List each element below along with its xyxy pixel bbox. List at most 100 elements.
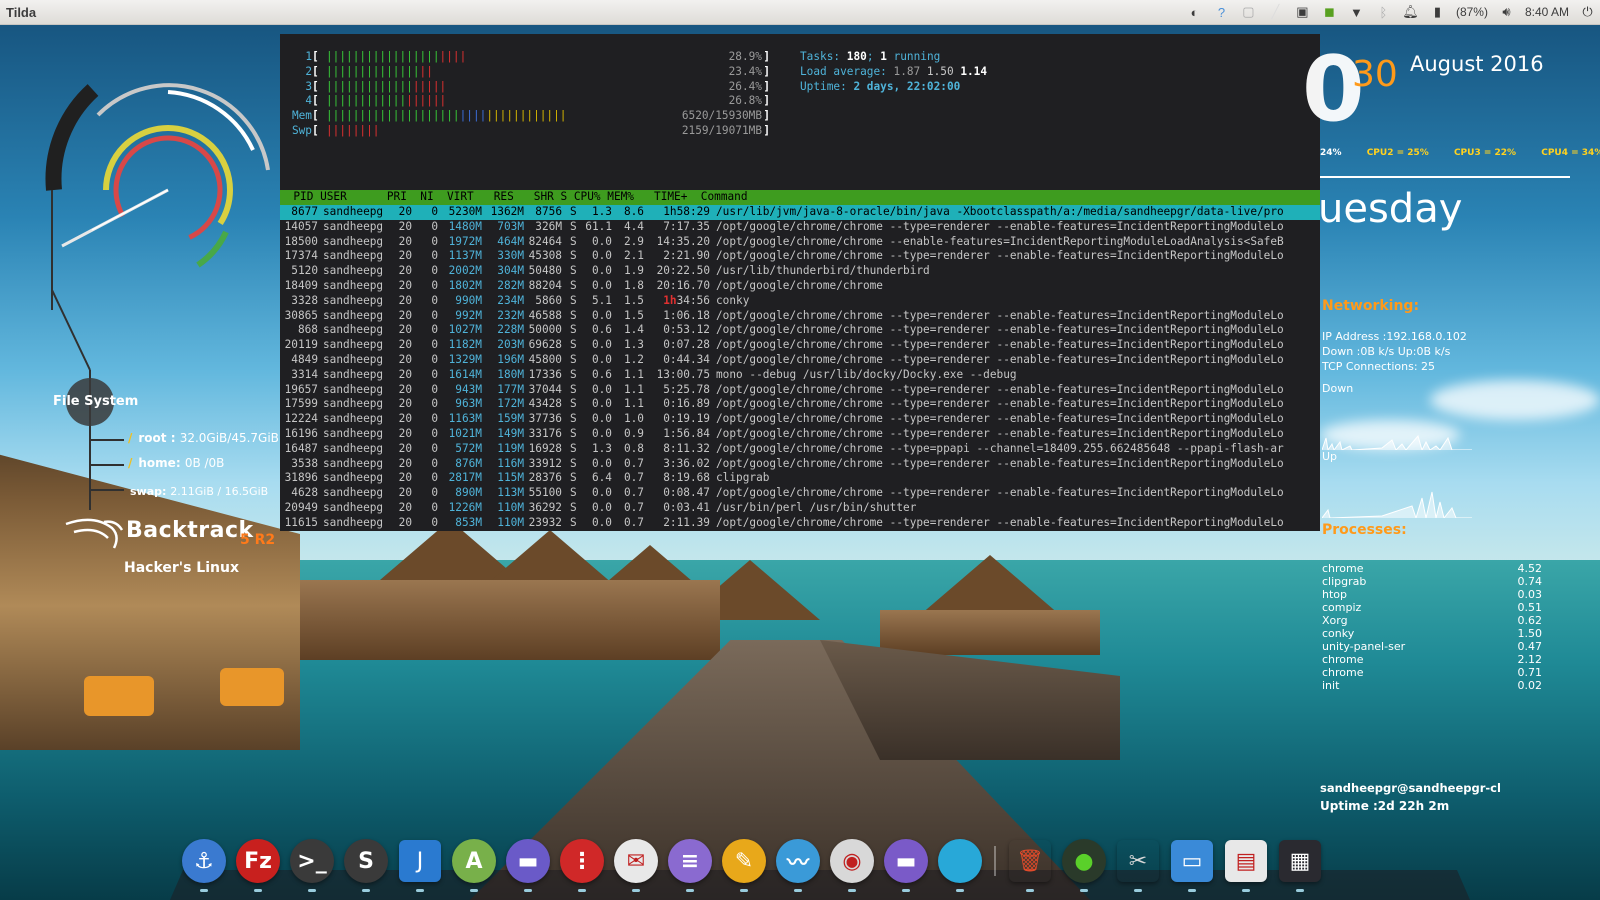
trash-launcher[interactable]: 🗑 [1006, 836, 1054, 892]
wifi-icon[interactable]: ▼ [1348, 5, 1365, 20]
process-ni: 0 [431, 264, 438, 278]
process-row[interactable]: 4628 sandheepg 20 0 890M 113M 55100 S 0.0 0.7 0:08… [280, 486, 1320, 501]
process-time: 1h34:56 [652, 294, 710, 309]
process-row[interactable]: 4849 sandheepg 20 0 1329M 196M 45800 S 0.0 1.2 0:4… [280, 353, 1320, 368]
process-shr: 45800 [528, 352, 562, 366]
process-cpu: 0.0 [591, 426, 612, 440]
process-row[interactable]: 5120 sandheepg 20 0 2002M 304M 50480 S 0.0 1.9 20:… [280, 264, 1320, 279]
process-pid: 16196 [284, 426, 318, 440]
process-user: sandheepg [323, 426, 384, 440]
power-icon[interactable]: ⏻ [1579, 4, 1596, 20]
process-row[interactable]: 11615 sandheepg 20 0 853M 110M 23932 S 0.0 0.7 2:1… [280, 516, 1320, 531]
volume-icon[interactable]: 🔊︎ [1498, 4, 1515, 20]
process-table-header[interactable]: PID USER PRI NI VIRT RES SHR S CPU% MEM%… [280, 190, 1320, 205]
htop-summary: Tasks: 180; 1 running Load average: 1.87… [800, 50, 987, 94]
process-shr: 23932 [528, 515, 562, 529]
mail-launcher[interactable]: ✉ [612, 836, 660, 892]
shell-launcher[interactable]: ⋮ [558, 836, 606, 892]
text-editor-launcher[interactable]: ≡ [666, 836, 714, 892]
terminal-launcher[interactable]: >_ [288, 836, 336, 892]
battery-percent[interactable]: (87%) [1456, 5, 1488, 19]
scissors-icon: ✂ [1117, 840, 1159, 882]
pidgin-launcher[interactable]: ✎ [720, 836, 768, 892]
process-shr: 28376 [528, 471, 562, 485]
process-command: mono --debug /usr/lib/docky/Docky.exe --… [716, 367, 1017, 381]
bell-icon[interactable]: 🔔︎ [1402, 4, 1419, 20]
process-row[interactable]: 3314 sandheepg 20 0 1614M 180M 17336 S 0.6 1.1 13:… [280, 368, 1320, 383]
process-cpu: 0.0 [591, 412, 612, 426]
bluetooth-icon[interactable]: ᛒ [1375, 5, 1392, 20]
running-indicator [524, 889, 532, 892]
sublime-launcher[interactable]: S [342, 836, 390, 892]
tray-blank-icon[interactable]: ╱ [1267, 4, 1284, 20]
globe-launcher[interactable] [936, 836, 984, 892]
process-s: S [570, 426, 577, 440]
process-row[interactable]: 20949 sandheepg 20 0 1226M 110M 36292 S 0.0 0.7 0:… [280, 501, 1320, 516]
process-list-item: htop 0.03 [1322, 588, 1542, 601]
process-header-text[interactable]: PID USER PRI NI VIRT RES SHR S CPU% MEM%… [280, 190, 747, 203]
process-user: sandheepg [323, 219, 384, 233]
process-row[interactable]: 868 sandheepg 20 0 1027M 228M 50000 S 0.6 1.4 0:53… [280, 323, 1320, 338]
folder-launcher[interactable]: ▬ [882, 836, 930, 892]
running-indicator [254, 889, 262, 892]
process-load: 0.71 [1517, 666, 1543, 679]
filesystem-title: File System [53, 394, 139, 409]
uptime-value: 2 days, 22:02:00 [853, 79, 961, 93]
battery-icon[interactable]: ▮ [1429, 4, 1446, 20]
intellij-launcher[interactable]: J [396, 836, 444, 892]
process-shr: 45308 [528, 249, 562, 263]
process-row[interactable]: 12224 sandheepg 20 0 1163M 159M 37736 S 0.0 1.0 0:… [280, 412, 1320, 427]
process-name: compiz [1322, 601, 1362, 614]
process-row[interactable]: 16487 sandheepg 20 0 572M 119M 16928 S 1.3 0.8 8:1… [280, 442, 1320, 457]
meter-segment: |||||||| [326, 123, 380, 137]
cpu-icon[interactable]: ▣ [1294, 4, 1311, 20]
anchor-launcher[interactable]: ⚓ [180, 836, 228, 892]
htop-meters: 1[||||||||||||||||||||| 28.9%] 2[|||||||||… [288, 50, 778, 139]
mustache-launcher[interactable]: 〰 [774, 836, 822, 892]
process-load: 0.62 [1517, 614, 1543, 627]
process-s: S [570, 397, 577, 411]
separator-launcher[interactable] [990, 836, 1000, 886]
steam-icon[interactable]: ◐ [1186, 5, 1203, 20]
files-launcher[interactable]: ▬ [504, 836, 552, 892]
filezilla-launcher[interactable]: Fz [234, 836, 282, 892]
meter-bars: |||||||||||||||||| [326, 80, 446, 95]
process-row[interactable]: 19657 sandheepg 20 0 943M 177M 37044 S 0.0 1.1 5:2… [280, 383, 1320, 398]
nvidia-icon[interactable]: ◼ [1321, 4, 1338, 20]
scissors-launcher[interactable]: ✂ [1114, 836, 1162, 892]
process-row[interactable]: 30865 sandheepg 20 0 992M 232M 46588 S 0.0 1.5 1:0… [280, 309, 1320, 324]
process-s: S [570, 412, 577, 426]
process-user: sandheepg [323, 278, 384, 292]
process-row[interactable]: 3328 sandheepg 20 0 990M 234M 5860 S 5.1 1.5 1h34:… [280, 294, 1320, 309]
process-row[interactable]: 20119 sandheepg 20 0 1182M 203M 69628 S 0.0 1.3 0:… [280, 338, 1320, 353]
workspaces-launcher[interactable]: ▦ [1276, 836, 1324, 892]
green-orb-launcher[interactable]: ● [1060, 836, 1108, 892]
process-row[interactable]: 18409 sandheepg 20 0 1802M 282M 88204 S 0.0 1.8 20… [280, 279, 1320, 294]
help-icon[interactable]: ? [1213, 5, 1230, 20]
process-row[interactable]: 17374 sandheepg 20 0 1137M 330M 45308 S 0.0 2.1 2:… [280, 249, 1320, 264]
process-row[interactable]: 16196 sandheepg 20 0 1021M 149M 33176 S 0.0 0.9 1:… [280, 427, 1320, 442]
clock[interactable]: 8:40 AM [1525, 5, 1569, 19]
running-indicator [200, 889, 208, 892]
load-1min: 1.87 [893, 64, 921, 78]
process-row[interactable]: 18500 sandheepg 20 0 1972M 464M 82464 S 0.0 2.9 14… [280, 235, 1320, 250]
process-row[interactable]: 31896 sandheepg 20 0 2817M 115M 28376 S 6.4 0.7 8:… [280, 471, 1320, 486]
process-ni: 0 [431, 441, 438, 455]
window-thumb-launcher[interactable]: ▤ [1222, 836, 1270, 892]
meter-segment: |||||| [406, 94, 447, 108]
running-indicator [1026, 889, 1034, 892]
process-cpu: 0.0 [591, 500, 612, 514]
process-row[interactable]: 14057 sandheepg 20 0 1480M 703M 326M S 61.1 4.4 7:… [280, 220, 1320, 235]
android-studio-launcher[interactable]: A [450, 836, 498, 892]
tilda-terminal[interactable]: 1[||||||||||||||||||||| 28.9%] 2[|||||||||… [280, 34, 1320, 531]
window-icon[interactable]: ▢ [1240, 4, 1257, 20]
running-indicator [740, 889, 748, 892]
process-command: /opt/google/chrome/chrome --type=rendere… [716, 397, 1284, 411]
process-row[interactable]: 3538 sandheepg 20 0 876M 116M 33912 S 0.0 0.7 3:36… [280, 457, 1320, 472]
process-row[interactable]: 17599 sandheepg 20 0 963M 172M 43428 S 0.0 1.1 0:1… [280, 397, 1320, 412]
process-cpu: 0.6 [591, 323, 612, 337]
process-row[interactable]: 8677 sandheepg 20 0 5230M 1362M 8756 S 1.3 8.6 1h5… [280, 205, 1320, 220]
chrome-launcher[interactable]: ◉ [828, 836, 876, 892]
process-user: sandheepg [323, 308, 384, 322]
monitor-launcher[interactable]: ▭ [1168, 836, 1216, 892]
